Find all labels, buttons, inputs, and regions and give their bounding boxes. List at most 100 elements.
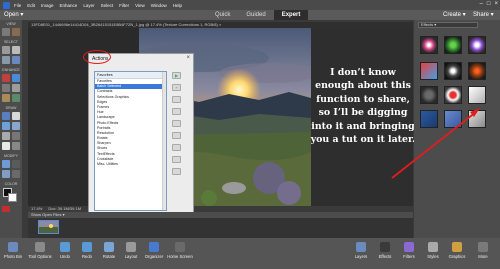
pencil-tool-icon[interactable] xyxy=(12,142,20,150)
menu-window[interactable]: Window xyxy=(151,3,167,8)
tool-options-button[interactable]: Tool Options xyxy=(27,242,53,259)
maximize-button[interactable]: □ xyxy=(487,1,491,7)
actions-dialog: Actions × Favorites Favorites Batch Sele… xyxy=(88,53,194,223)
type-tool-icon[interactable] xyxy=(2,142,10,150)
eraser-tool-icon[interactable] xyxy=(12,112,20,120)
gradient-tool-icon[interactable] xyxy=(12,122,20,130)
photo-thumbnail[interactable] xyxy=(38,220,59,234)
layers-button[interactable]: Layers xyxy=(348,242,374,259)
trash-icon[interactable] xyxy=(172,168,181,175)
open-button[interactable]: Open ▾ xyxy=(4,11,23,18)
organizer-button[interactable]: Organizer xyxy=(141,242,167,259)
list-item[interactable]: Misc. Utilities xyxy=(95,162,166,167)
effect-thumb-8[interactable] xyxy=(444,86,462,104)
styles-button[interactable]: Styles xyxy=(420,242,446,259)
menu-edit[interactable]: Edit xyxy=(27,3,35,8)
paint-bucket-icon[interactable] xyxy=(2,122,10,130)
list-scrollbar[interactable] xyxy=(162,72,166,210)
zoom-tool-icon[interactable] xyxy=(2,28,10,36)
menu-filter[interactable]: Filter xyxy=(119,3,129,8)
create-button[interactable]: Create ▾ xyxy=(443,11,466,18)
straighten-tool-icon[interactable] xyxy=(2,170,10,178)
menu-select[interactable]: Select xyxy=(101,3,114,8)
effects-label: Effects xyxy=(378,254,392,259)
dialog-close-icon[interactable]: × xyxy=(186,55,190,61)
menu-enhance[interactable]: Enhance xyxy=(60,3,78,8)
effect-thumb-3[interactable] xyxy=(468,36,486,54)
minimize-button[interactable]: – xyxy=(480,1,483,7)
view-tools xyxy=(2,28,20,36)
tab-quick[interactable]: Quick xyxy=(207,10,238,20)
effect-thumb-4[interactable] xyxy=(420,62,438,80)
menu-image[interactable]: Image xyxy=(41,3,54,8)
recompose-tool-icon[interactable] xyxy=(12,160,20,168)
effect-thumb-6[interactable] xyxy=(468,62,486,80)
graphics-button[interactable]: Graphics xyxy=(444,242,470,259)
clone-stamp-icon[interactable] xyxy=(12,84,20,92)
modify-tools xyxy=(2,160,20,178)
action-icon-6[interactable] xyxy=(172,156,181,163)
effect-thumb-1[interactable] xyxy=(420,36,438,54)
hand-tool-icon[interactable] xyxy=(12,28,20,36)
effect-thumb-7[interactable] xyxy=(420,86,438,104)
menu-help[interactable]: Help xyxy=(173,3,182,8)
mode-tabs: Quick Guided Expert xyxy=(207,10,309,20)
effect-thumb-5[interactable] xyxy=(444,62,462,80)
spot-healing-icon[interactable] xyxy=(12,74,20,82)
add-action-icon[interactable]: + xyxy=(172,84,181,91)
filters-button[interactable]: Filters xyxy=(396,242,422,259)
action-icon-2[interactable] xyxy=(172,108,181,115)
lasso-tool-icon[interactable] xyxy=(2,56,10,64)
more-button[interactable]: More xyxy=(470,242,496,259)
eyedropper-icon[interactable] xyxy=(12,132,20,140)
effects-button[interactable]: Effects xyxy=(372,242,398,259)
tab-guided[interactable]: Guided xyxy=(238,10,273,20)
draw-tools xyxy=(2,112,20,150)
folder-icon[interactable] xyxy=(172,96,181,103)
red-eye-icon[interactable] xyxy=(2,74,10,82)
effect-thumb-2[interactable] xyxy=(444,36,462,54)
home-screen-button[interactable]: Home Screen xyxy=(167,242,193,259)
window-controls: – □ × xyxy=(480,1,498,7)
tab-expert[interactable]: Expert xyxy=(273,10,309,20)
enhance-tools xyxy=(2,74,20,102)
filters-label: Filters xyxy=(403,254,415,259)
marquee-tool-icon[interactable] xyxy=(12,46,20,54)
actions-list[interactable]: Favorites Favorites Batch Selected Contr… xyxy=(94,71,167,211)
effect-thumb-12[interactable] xyxy=(468,110,486,128)
photo-bin-icon xyxy=(8,242,18,252)
magic-wand-icon[interactable] xyxy=(12,56,20,64)
panel-dropdown[interactable]: Effects ▾ xyxy=(418,22,478,28)
effect-thumb-10[interactable] xyxy=(420,110,438,128)
sponge-tool-icon[interactable] xyxy=(12,94,20,102)
styles-label: Styles xyxy=(427,254,439,259)
move-tool-icon[interactable] xyxy=(2,46,10,54)
more-icon xyxy=(478,242,488,252)
background-color-swatch[interactable] xyxy=(8,193,17,202)
crop-tool-icon[interactable] xyxy=(2,160,10,168)
smart-brush-icon[interactable] xyxy=(2,84,10,92)
action-icon-5[interactable] xyxy=(172,144,181,151)
layers-label: Layers xyxy=(354,254,368,259)
layers-icon xyxy=(356,242,366,252)
menu-view[interactable]: View xyxy=(135,3,145,8)
share-button[interactable]: Share ▾ xyxy=(473,11,494,18)
mode-bar: Open ▾ Quick Guided Expert Create ▾ Shar… xyxy=(0,10,500,20)
shape-tool-icon[interactable] xyxy=(2,132,10,140)
home-screen-icon xyxy=(175,242,185,252)
menu-file[interactable]: File xyxy=(14,3,21,8)
effect-thumb-11[interactable] xyxy=(444,110,462,128)
color-reset-icon[interactable] xyxy=(2,206,10,212)
photo-bin-button[interactable]: Photo Bin xyxy=(0,242,26,259)
play-action-icon[interactable]: ▶ xyxy=(172,72,181,79)
menu-layer[interactable]: Layer xyxy=(83,3,94,8)
action-icon-4[interactable] xyxy=(172,132,181,139)
brush-tool-icon[interactable] xyxy=(2,112,10,120)
action-icon-3[interactable] xyxy=(172,120,181,127)
show-open-files-dropdown[interactable]: Show Open Files ▾ xyxy=(31,212,65,217)
close-window-button[interactable]: × xyxy=(494,1,498,7)
blur-tool-icon[interactable] xyxy=(2,94,10,102)
tools-section-view: VIEW xyxy=(6,22,16,26)
effect-thumb-9[interactable] xyxy=(468,86,486,104)
content-move-icon[interactable] xyxy=(12,170,20,178)
